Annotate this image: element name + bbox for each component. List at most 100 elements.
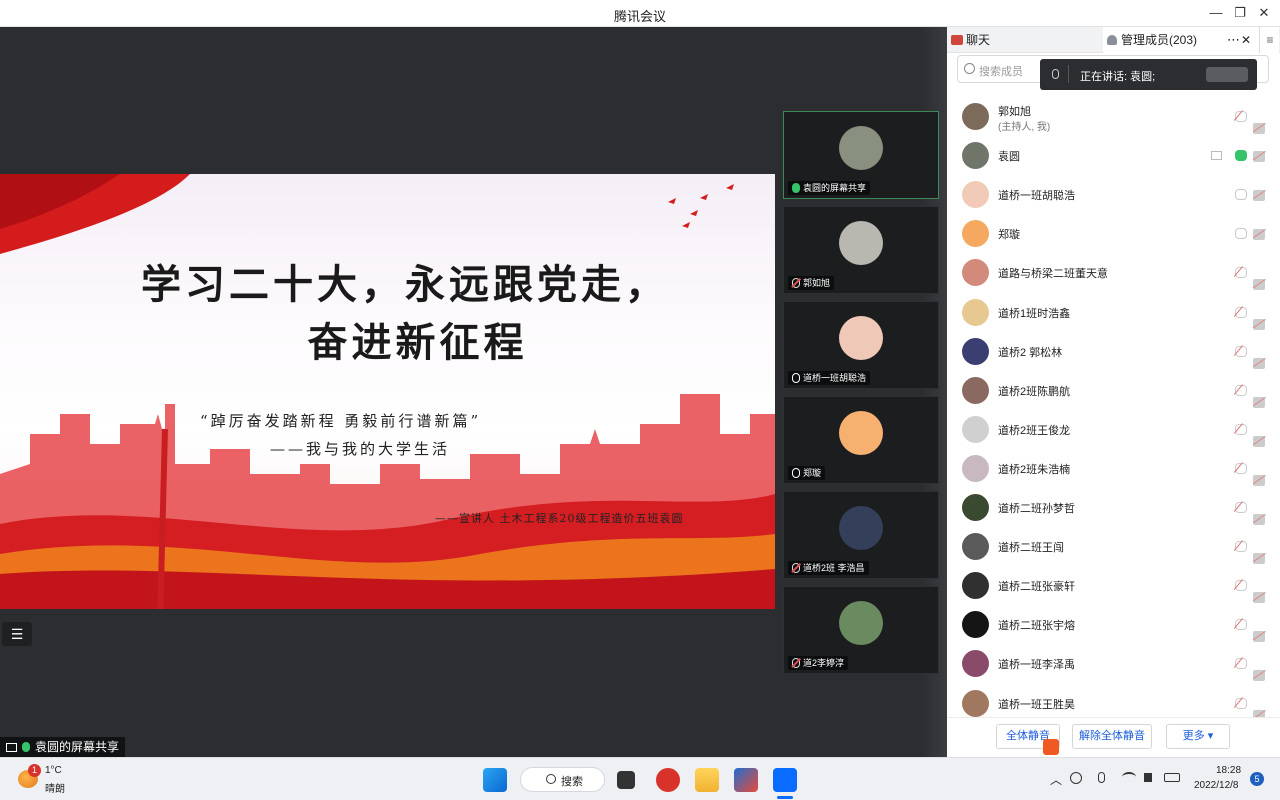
mic-muted-icon[interactable]: [1235, 658, 1247, 670]
sync-icon[interactable]: [1070, 772, 1082, 784]
avatar: [962, 533, 989, 561]
video-tile[interactable]: 道2李婷淳: [783, 586, 939, 674]
member-name: 道桥二班孙梦哲: [998, 503, 1075, 515]
mic-muted-icon[interactable]: [1235, 345, 1247, 357]
screen-share-icon: [6, 742, 17, 752]
member-row[interactable]: 道桥2班陈鹏航: [947, 371, 1280, 410]
mic-muted-icon[interactable]: [1235, 111, 1247, 122]
mic-muted-icon[interactable]: [1235, 267, 1247, 279]
member-row[interactable]: 道路与桥梁二班董天意: [947, 253, 1280, 292]
mic-icon: [792, 183, 800, 193]
close-panel-button[interactable]: ✕: [1241, 27, 1251, 53]
weather-desc: 晴朗: [45, 784, 65, 795]
clock-date[interactable]: 2022/12/8: [1194, 780, 1239, 791]
slide-title-line1: 学习二十大，永远跟党走，: [141, 261, 669, 308]
member-row[interactable]: 郑璇: [947, 214, 1280, 253]
file-explorer-icon[interactable]: [695, 768, 719, 792]
member-row[interactable]: 道桥1班时浩鑫: [947, 293, 1280, 332]
camera-off-icon[interactable]: [1253, 592, 1265, 604]
avatar: [962, 415, 989, 443]
camera-off-icon[interactable]: [1253, 151, 1265, 163]
member-name: 道桥一班王胜昊: [998, 698, 1075, 711]
camera-off-icon[interactable]: [1253, 553, 1265, 565]
mic-muted-icon[interactable]: [1235, 423, 1247, 435]
member-row[interactable]: 道桥二班孙梦哲: [947, 488, 1280, 527]
video-tile[interactable]: 道桥2班 李浩昌: [783, 491, 939, 579]
more-options-button[interactable]: ⋯: [1227, 27, 1240, 53]
tile-name-label: 道桥2班 李浩昌: [788, 561, 869, 575]
avatar: [962, 611, 989, 639]
mic-muted-icon[interactable]: [1235, 697, 1247, 709]
camera-off-icon[interactable]: [1253, 123, 1265, 134]
member-row[interactable]: 道桥2班朱浩楠: [947, 449, 1280, 488]
shared-screen-slide: 学习二十大，永远跟党走， 奋进新征程 “踔厉奋发踏新程 勇毅前行谱新篇” ——我…: [0, 174, 775, 609]
camera-off-icon[interactable]: [1253, 318, 1265, 330]
mic-muted-icon[interactable]: [1235, 384, 1247, 396]
mic-icon[interactable]: [1235, 189, 1247, 201]
camera-off-icon[interactable]: [1253, 357, 1265, 369]
camera-off-icon[interactable]: [1253, 279, 1265, 291]
slide-presenter: ——宣讲人 土木工程系20级工程造价五班袁圆: [435, 512, 684, 525]
member-name: 袁圆: [998, 151, 1020, 164]
member-row[interactable]: 道桥二班张豪轩: [947, 566, 1280, 605]
avatar: [962, 454, 989, 482]
volume-icon[interactable]: [1144, 773, 1152, 782]
member-row[interactable]: 道桥一班胡聪浩: [947, 175, 1280, 214]
camera-off-icon[interactable]: [1253, 514, 1265, 525]
camera-off-icon[interactable]: [1253, 396, 1265, 408]
tencent-meeting-icon[interactable]: [773, 768, 797, 792]
mic-tray-icon[interactable]: [1098, 772, 1105, 783]
windows-start-icon[interactable]: [483, 768, 507, 792]
mic-muted-icon[interactable]: [1235, 619, 1247, 631]
tab-chat[interactable]: 聊天: [951, 27, 990, 53]
clock-time[interactable]: 18:28: [1216, 765, 1241, 776]
minimize-button[interactable]: —: [1208, 5, 1224, 20]
camera-off-icon[interactable]: [1253, 435, 1265, 447]
video-tile[interactable]: 道桥一班胡聪浩: [783, 301, 939, 389]
mic-muted-icon[interactable]: [1235, 462, 1247, 474]
mic-icon[interactable]: [1235, 228, 1247, 240]
tray-chevron-icon[interactable]: ︿: [1050, 771, 1062, 788]
mic-muted-icon[interactable]: [1235, 502, 1247, 513]
member-row[interactable]: 郭如旭 (主持人, 我): [947, 97, 1280, 136]
mic-muted-icon: [792, 563, 800, 573]
panel-menu-button[interactable]: ≡: [1259, 27, 1280, 53]
speaker-mic-icon: [1052, 69, 1059, 79]
taskbar-search[interactable]: 搜索: [520, 767, 605, 792]
camera-off-icon[interactable]: [1253, 474, 1265, 486]
member-row[interactable]: 道桥2班王俊龙: [947, 410, 1280, 449]
tile-name-label: 郑璇: [788, 466, 826, 480]
member-row[interactable]: 道桥二班张宇熔: [947, 605, 1280, 644]
camera-off-icon[interactable]: [1253, 631, 1265, 643]
camera-off-icon[interactable]: [1253, 190, 1265, 202]
video-tile[interactable]: 郭如旭: [783, 206, 939, 294]
restore-button[interactable]: ❐: [1232, 5, 1248, 21]
tile-name-label: 袁圆的屏幕共享: [788, 181, 871, 195]
member-row[interactable]: 道桥2 郭松林: [947, 332, 1280, 371]
wifi-icon[interactable]: [1122, 772, 1136, 782]
search-placeholder: 搜索成员: [979, 66, 1023, 78]
netease-music-icon[interactable]: [656, 768, 680, 792]
mic-muted-icon[interactable]: [1235, 580, 1247, 592]
mic-muted-icon[interactable]: [1235, 306, 1247, 318]
mic-muted-icon[interactable]: [1235, 541, 1247, 553]
member-row[interactable]: 道桥二班王闯: [947, 527, 1280, 566]
task-view-icon[interactable]: [617, 771, 635, 789]
member-row[interactable]: 袁圆: [947, 136, 1280, 175]
video-tile[interactable]: 郑璇: [783, 396, 939, 484]
camera-off-icon[interactable]: [1253, 670, 1265, 682]
battery-icon[interactable]: [1164, 773, 1180, 782]
notification-badge[interactable]: 5: [1250, 772, 1264, 786]
close-window-button[interactable]: ✕: [1256, 5, 1272, 21]
more-button[interactable]: 更多 ▾: [1166, 724, 1230, 749]
mic-icon[interactable]: [1235, 150, 1247, 162]
tab-members[interactable]: 管理成员(203): [1103, 27, 1279, 53]
tile-name: 郑璇: [803, 468, 822, 478]
video-tile[interactable]: 袁圆的屏幕共享: [783, 111, 939, 199]
toolbar-menu-icon[interactable]: ☰: [2, 622, 32, 646]
member-row[interactable]: 道桥一班李泽禹: [947, 644, 1280, 683]
store-icon[interactable]: [734, 768, 758, 792]
camera-off-icon[interactable]: [1253, 229, 1265, 241]
unmute-all-button[interactable]: 解除全体静音: [1072, 724, 1152, 749]
member-name: 道桥一班胡聪浩: [998, 190, 1075, 203]
